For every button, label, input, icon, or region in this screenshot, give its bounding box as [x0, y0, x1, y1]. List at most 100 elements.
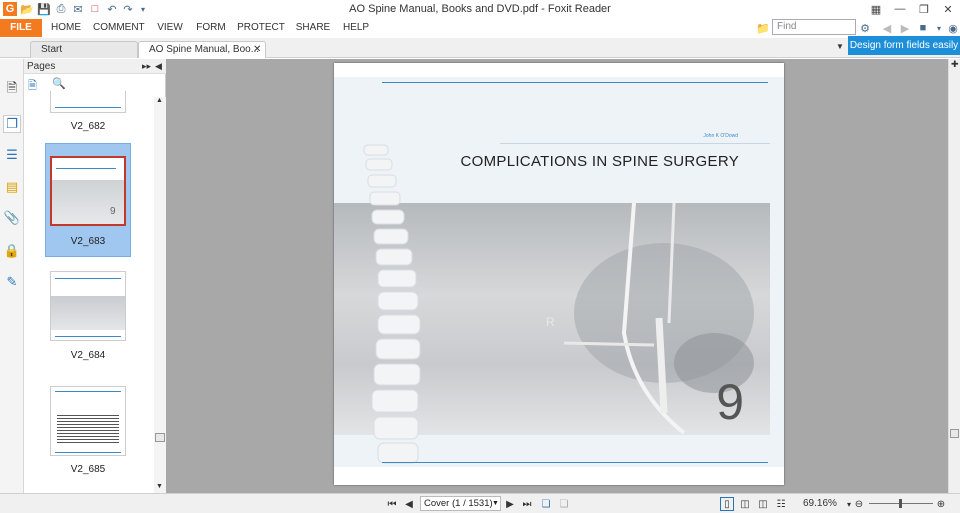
pages-icon[interactable]: ❐ [3, 115, 21, 133]
signatures-icon[interactable]: ✎ [3, 273, 21, 291]
thumbnail-label: V2_682 [70, 121, 106, 132]
more-icon[interactable]: ▾ [136, 2, 150, 16]
pages-panel: Pages ▸▸ ◀ 🗎 🔍 V2_682 9 V2_683 V2_684 V2… [24, 59, 166, 493]
thumbnail-zoom-icon[interactable]: 🔍 [52, 77, 68, 91]
author-name: John K O'Dowd [703, 133, 738, 139]
chevron-down-icon: ▼ [492, 500, 499, 507]
thumbnail-page[interactable] [50, 386, 126, 456]
navigation-icon-strip: 🗎 ❐ ☰ ▤ 📎 🔒 ✎ [0, 59, 24, 513]
chapter-title: COMPLICATIONS IN SPINE SURGERY [460, 153, 739, 170]
thumbnail-page[interactable] [50, 271, 126, 341]
security-lock-icon[interactable]: 🔒 [3, 242, 21, 260]
next-page-icon[interactable]: ▶ [503, 497, 517, 511]
zoom-in-icon[interactable]: ⊕ [934, 497, 948, 511]
user-icon[interactable]: ■ [916, 21, 930, 35]
thumbnail-label: V2_684 [70, 350, 106, 361]
status-bar: ⏮ ◀ Cover (1 / 1531) ▼ ▶ ⏭ ❏ ❏ ▯ ◫ ◫ ☷ 6… [0, 493, 960, 513]
zoom-out-icon[interactable]: ⊖ [852, 497, 866, 511]
comments-icon[interactable]: ▤ [3, 178, 21, 196]
gear-icon[interactable]: ⚙ [858, 21, 872, 35]
title-rule [500, 143, 770, 144]
menu-form[interactable]: FORM [194, 19, 228, 37]
close-icon[interactable]: ✕ [936, 0, 960, 18]
continuous-facing-icon[interactable]: ☷ [774, 497, 788, 511]
attachments-icon[interactable]: 📎 [3, 209, 21, 227]
thumbnail-rule [55, 278, 121, 279]
single-page-icon[interactable]: ▯ [720, 497, 734, 511]
previous-page-icon[interactable]: ◀ [402, 497, 416, 511]
maximize-icon[interactable]: ❐ [912, 0, 936, 18]
scroll-thumb[interactable] [155, 433, 165, 442]
save-icon[interactable]: 💾 [37, 2, 51, 16]
user-dropdown-icon[interactable]: ▾ [932, 21, 946, 35]
minimize-icon[interactable]: — [888, 0, 912, 18]
previous-view-icon[interactable]: ❏ [539, 497, 553, 511]
pages-scrollbar[interactable]: ▲ ▼ [154, 97, 166, 493]
menu-view[interactable]: VIEW [153, 19, 187, 37]
document-tab-bar: Start AO Spine Manual, Boo... ✕ ▼ [0, 38, 960, 58]
thumbnail-rule [55, 391, 121, 392]
page-number-select[interactable]: Cover (1 / 1531) ▼ [420, 496, 501, 511]
layers-icon[interactable]: ☰ [3, 146, 21, 164]
redo-icon[interactable]: ↷ [121, 2, 135, 16]
xray-marker: R [546, 315, 555, 329]
forward-icon[interactable]: ▶ [898, 21, 912, 35]
thumbnail-rule [56, 168, 116, 169]
pages-panel-title: Pages [27, 61, 56, 72]
first-page-icon[interactable]: ⏮ [385, 497, 399, 511]
scroll-down-icon[interactable]: ▼ [156, 483, 163, 490]
open-icon[interactable]: 📂 [20, 2, 34, 16]
page-options-icon[interactable]: 🗎 [28, 77, 44, 92]
new-icon[interactable]: □ [88, 2, 102, 16]
menu-home[interactable]: HOME [47, 19, 85, 37]
menu-comment[interactable]: COMMENT [93, 19, 145, 37]
thumbnail-image [51, 296, 125, 330]
tab-start[interactable]: Start [30, 41, 138, 58]
thumbnail-page[interactable] [50, 91, 126, 113]
thumbnail-chapter-number: 9 [110, 206, 116, 217]
scroll-up-icon[interactable]: ▲ [156, 97, 163, 104]
menu-file[interactable]: FILE [0, 19, 42, 37]
split-view-icon[interactable]: ✚ [951, 59, 959, 70]
find-folder-icon[interactable]: 📁 [756, 21, 770, 35]
pdf-page: John K O'Dowd COMPLICATIONS IN SPINE SUR… [334, 63, 784, 485]
thumbnail-text-block [57, 415, 119, 443]
tab-start-label: Start [41, 44, 63, 55]
promo-banner[interactable]: Design form fields easily [848, 36, 960, 55]
email-icon[interactable]: ✉ [71, 2, 85, 16]
expand-panel-icon[interactable]: ▸▸ [142, 59, 151, 74]
document-scrollbar[interactable]: ✚ [948, 59, 960, 493]
print-icon[interactable]: ⎙ [54, 2, 68, 16]
undo-icon[interactable]: ↶ [105, 2, 119, 16]
scroll-thumb[interactable] [950, 429, 959, 438]
thumbnail-label: V2_683 [70, 236, 106, 247]
menu-share[interactable]: SHARE [294, 19, 332, 37]
top-rule [382, 82, 768, 83]
facing-icon[interactable]: ◫ [756, 497, 770, 511]
pages-panel-header: Pages ▸▸ ◀ [24, 59, 166, 74]
continuous-icon[interactable]: ◫ [738, 497, 752, 511]
search-input[interactable]: Find [772, 19, 856, 35]
bottom-rule [382, 462, 768, 463]
tab-document[interactable]: AO Spine Manual, Boo... ✕ [138, 41, 266, 58]
help-icon[interactable]: ◉ [946, 21, 960, 35]
page-number-value: Cover (1 / 1531) [424, 498, 493, 509]
app-icon[interactable]: G [3, 2, 17, 16]
chapter-number: 9 [716, 374, 744, 430]
thumbnail-image [52, 180, 124, 224]
menu-help[interactable]: HELP [340, 19, 372, 37]
spine-illustration [363, 144, 421, 464]
bookmarks-icon[interactable]: 🗎 [3, 80, 21, 99]
collapse-panel-icon[interactable]: ◀ [155, 59, 162, 74]
menu-protect[interactable]: PROTECT [237, 19, 285, 37]
document-view[interactable]: John K O'Dowd COMPLICATIONS IN SPINE SUR… [166, 59, 948, 493]
next-view-icon[interactable]: ❏ [557, 497, 571, 511]
back-icon[interactable]: ◀ [880, 21, 894, 35]
restore-ribbon-icon[interactable]: ▦ [864, 0, 888, 18]
tab-close-icon[interactable]: ✕ [253, 42, 261, 58]
thumbnail-page-selected[interactable]: 9 [50, 156, 126, 226]
foxit-reader-window: AO Spine Manual, Books and DVD.pdf - Fox… [0, 0, 960, 513]
last-page-icon[interactable]: ⏭ [520, 497, 534, 511]
zoom-slider-thumb[interactable] [899, 499, 902, 508]
tab-list-dropdown-icon[interactable]: ▼ [836, 42, 844, 51]
